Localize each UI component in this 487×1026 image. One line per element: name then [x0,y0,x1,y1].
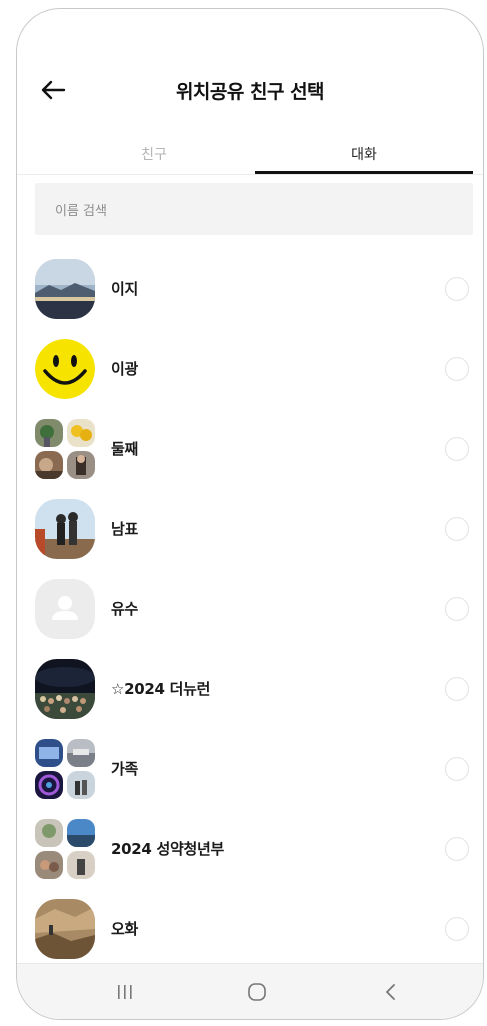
chat-name: 남표 [111,520,139,538]
avatar [35,659,95,719]
avatar [35,899,95,959]
recent-apps-button[interactable] [103,976,147,1008]
list-item[interactable]: ☆2024 더뉴런 [17,649,483,729]
select-radio[interactable] [445,677,469,701]
chat-name: ☆2024 더뉴런 [111,680,211,698]
list-item[interactable]: 가족 [17,729,483,809]
select-radio[interactable] [445,917,469,941]
list-item[interactable]: 오화 [17,889,483,969]
avatar [35,339,95,399]
system-back-button[interactable] [369,976,413,1008]
avatar [35,819,95,879]
chat-name: 가족 [111,760,139,778]
avatar [35,739,95,799]
chat-name: 유수 [111,600,139,618]
tab-active-indicator [255,171,473,174]
select-radio[interactable] [445,757,469,781]
select-radio[interactable] [445,437,469,461]
avatar [35,579,95,639]
chat-name: 2024 성약청년부 [111,840,224,858]
phone-frame: 위치공유 친구 선택 친구 대화 이름 검색 이지 이광 둘째 남표 유수 ☆2… [16,8,484,1020]
back-chevron-icon [386,984,395,1000]
tab-friends[interactable]: 친구 [41,133,267,175]
select-radio[interactable] [445,517,469,541]
chat-name: 이지 [111,280,139,298]
list-item[interactable]: 남표 [17,489,483,569]
list-item[interactable]: 둘째 [17,409,483,489]
page-title: 위치공유 친구 선택 [175,81,325,103]
avatar [35,499,95,559]
header: 위치공유 친구 선택 [17,69,483,113]
default-person-icon [52,596,78,620]
chat-name: 오화 [111,920,139,938]
avatar [35,419,95,479]
avatar [35,259,95,319]
tab-bar: 친구 대화 [17,133,483,175]
chat-name: 이광 [111,360,139,378]
select-radio[interactable] [445,277,469,301]
select-radio[interactable] [445,837,469,861]
list-item[interactable]: 2024 성약청년부 [17,809,483,889]
list-item[interactable]: 이광 [17,329,483,409]
home-button[interactable] [235,976,279,1008]
tab-chats[interactable]: 대화 [255,133,473,175]
recent-apps-icon [118,985,132,999]
home-icon [248,983,266,1001]
search-input[interactable]: 이름 검색 [35,183,473,235]
list-item[interactable]: 이지 [17,249,483,329]
list-item[interactable]: 유수 [17,569,483,649]
chat-name: 둘째 [111,440,139,458]
select-radio[interactable] [445,597,469,621]
system-nav-bar [17,963,483,1019]
select-radio[interactable] [445,357,469,381]
